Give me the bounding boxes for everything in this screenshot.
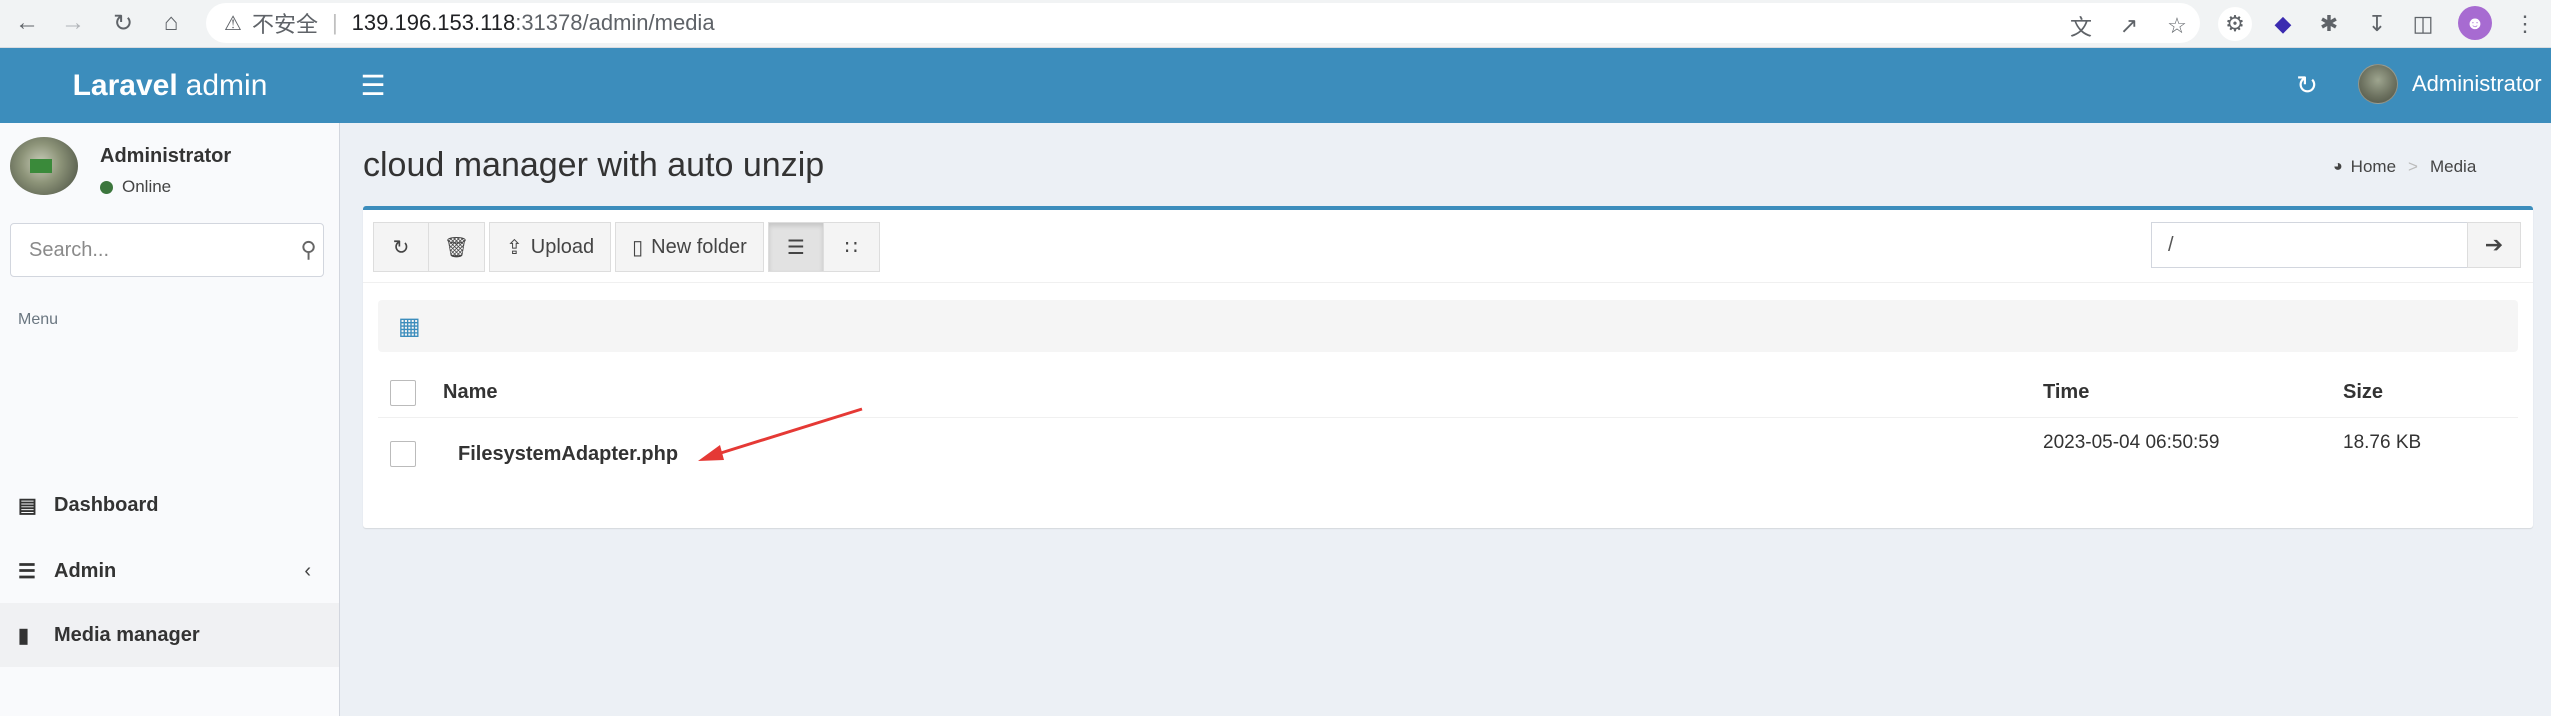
go-button[interactable]: ➔ <box>2467 222 2521 268</box>
home-icon[interactable]: ⌂ <box>154 6 188 40</box>
sidebar-item-label: Admin <box>54 559 117 582</box>
user-panel: Administrator Online <box>10 137 330 203</box>
row-checkbox[interactable] <box>390 441 416 467</box>
online-dot-icon <box>100 180 113 194</box>
arrow-right-icon: ➔ <box>2484 232 2504 257</box>
url-host[interactable]: 139.196.153.118 <box>352 10 516 36</box>
new-folder-button[interactable]: ▯ New folder <box>615 222 764 272</box>
refresh-button[interactable]: ↻ <box>373 222 429 272</box>
extensions-puzzle-icon[interactable]: ✱ <box>2312 7 2346 41</box>
annotation-arrow <box>698 407 863 461</box>
sidebar-item-dashboard[interactable]: ▤ Dashboard <box>0 473 339 537</box>
address-separator: | <box>331 10 338 35</box>
folder-group: ▯ New folder <box>615 222 764 272</box>
media-toolbar: ↻ 🗑 ⇪ Upload ▯ New folder ☰ ∷ <box>373 222 884 272</box>
menu-header: Menu <box>18 311 59 328</box>
user-status-text: Online <box>122 177 172 196</box>
bookmark-star-icon[interactable]: ☆ <box>2162 11 2192 41</box>
tasks-icon: ☰ <box>18 560 36 583</box>
upload-button[interactable]: ⇪ Upload <box>489 222 612 272</box>
path-input[interactable] <box>2151 222 2467 268</box>
column-name: Name <box>443 381 498 403</box>
more-menu-icon[interactable]: ⋮ <box>2508 7 2542 41</box>
upload-icon: ⇪ <box>506 236 523 259</box>
forward-icon[interactable]: → <box>56 6 90 40</box>
file-time: 2023-05-04 06:50:59 <box>2043 432 2220 453</box>
view-toggle-group: ☰ ∷ <box>767 222 880 272</box>
column-size: Size <box>2343 381 2384 403</box>
divider <box>363 282 2533 283</box>
media-box: ↻ 🗑 ⇪ Upload ▯ New folder ☰ ∷ ➔ ▦ <box>363 206 2533 528</box>
chevron-left-icon: ‹ <box>304 559 311 582</box>
refresh-icon: ↻ <box>392 236 410 259</box>
back-icon[interactable]: ← <box>10 6 44 40</box>
trash-icon: 🗑 <box>443 236 470 259</box>
browser-toolbar: ← → ↻ ⌂ ⚠ 不安全 | 139.196.153.118:31378/ad… <box>0 0 2551 48</box>
grid-icon: ∷ <box>844 236 858 259</box>
url-path[interactable]: :31378/admin/media <box>515 10 714 36</box>
breadcrumb-separator: > <box>2408 157 2418 176</box>
sidebar-item-label: Dashboard <box>54 493 159 516</box>
logo-bold: Laravel <box>72 68 178 102</box>
page-title: cloud manager with auto unzip <box>363 146 825 184</box>
upload-label: Upload <box>530 235 595 258</box>
sidebar-item-media-manager[interactable]: ▮ Media manager <box>0 603 339 667</box>
sidebar-search: ⚲ <box>10 223 324 277</box>
avatar <box>2358 64 2398 104</box>
sidebar-avatar <box>10 137 78 195</box>
breadcrumb: ◕ Home > Media <box>2333 157 2476 177</box>
search-input[interactable] <box>11 224 294 276</box>
insecure-label[interactable]: 不安全 <box>252 7 318 39</box>
path-breadcrumb: ▦ <box>378 300 2518 352</box>
sidebar-toggle-icon[interactable]: ☰ <box>356 68 390 102</box>
header-user-name: Administrator <box>2412 71 2542 96</box>
upload-group: ⇪ Upload <box>489 222 612 272</box>
action-group: ↻ 🗑 <box>373 222 485 272</box>
th-large-icon[interactable]: ▦ <box>398 312 421 341</box>
search-icon[interactable]: ⚲ <box>294 224 323 276</box>
profile-avatar-icon[interactable]: ☻ <box>2458 6 2492 40</box>
path-navigator: ➔ <box>2151 222 2521 268</box>
dashboard-icon: ◕ <box>2333 158 2343 175</box>
sidebar-item-admin[interactable]: ☰ Admin ‹ <box>0 539 339 603</box>
breadcrumb-current: Media <box>2429 157 2477 176</box>
breadcrumb-home[interactable]: Home <box>2351 157 2396 177</box>
list-icon: ☰ <box>786 236 805 259</box>
new-folder-label: New folder <box>651 235 747 258</box>
app-logo[interactable]: Laravel admin <box>0 48 340 123</box>
extension-diamond-icon[interactable]: ◆ <box>2266 7 2300 41</box>
file-name-link[interactable]: FilesystemAdapter.php <box>458 443 678 466</box>
user-status: Online <box>100 177 171 197</box>
reload-icon[interactable]: ↻ <box>106 6 140 40</box>
sidebar-item-label: Media manager <box>54 623 200 646</box>
folder-icon: ▯ <box>632 236 644 259</box>
download-icon[interactable]: ↧ <box>2360 7 2394 41</box>
file-icon: ▮ <box>18 624 30 647</box>
grid-view-button[interactable]: ∷ <box>823 222 880 272</box>
select-all-checkbox[interactable] <box>390 379 416 406</box>
address-bar[interactable]: ⚠ 不安全 | 139.196.153.118:31378/admin/medi… <box>206 3 2200 43</box>
sidebar-user-name: Administrator <box>100 145 232 167</box>
warning-icon[interactable]: ⚠ <box>224 11 242 36</box>
delete-button[interactable]: 🗑 <box>429 222 485 272</box>
refresh-icon[interactable]: ↻ <box>2290 68 2324 102</box>
logo-text: admin <box>185 68 268 102</box>
main-header: Laravel admin ☰ ↻ Administrator <box>0 48 2551 123</box>
translate-icon[interactable]: 文 <box>2066 11 2096 41</box>
sidebar: Administrator Online ⚲ Menu ▤ Dashboard … <box>0 123 340 716</box>
column-time: Time <box>2043 381 2090 403</box>
file-size: 18.76 KB <box>2343 432 2422 453</box>
extension-gear-icon[interactable]: ⚙ <box>2218 7 2252 41</box>
bar-chart-icon: ▤ <box>18 494 37 517</box>
share-icon[interactable]: ↗ <box>2114 11 2144 41</box>
user-menu[interactable]: Administrator <box>2358 64 2542 104</box>
list-view-button[interactable]: ☰ <box>767 222 824 272</box>
side-panel-icon[interactable]: ◫ <box>2406 7 2440 41</box>
